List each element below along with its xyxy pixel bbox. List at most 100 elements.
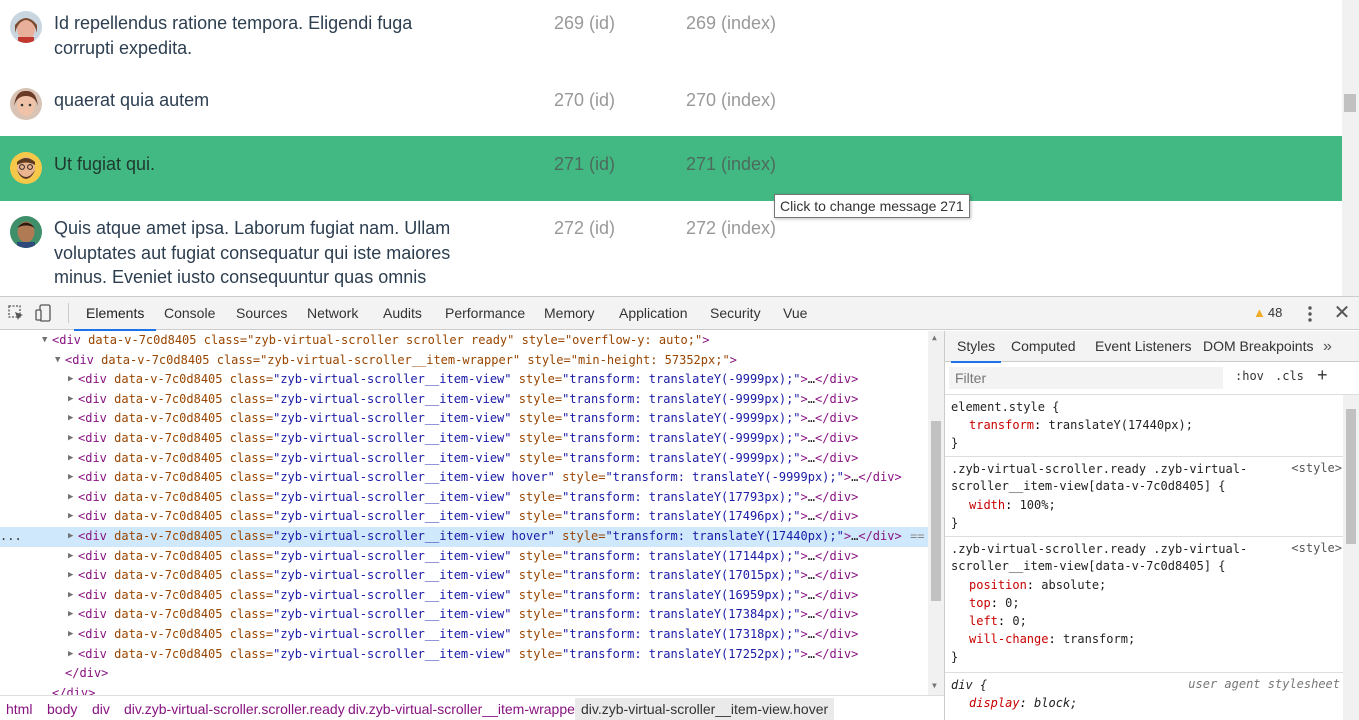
rule-value[interactable]: absolute;: [1041, 578, 1106, 592]
rule-value[interactable]: 0;: [1012, 614, 1026, 628]
expand-triangle-icon[interactable]: ▶: [68, 527, 73, 547]
tab-memory[interactable]: Memory: [544, 297, 595, 330]
close-icon[interactable]: ✕: [1332, 301, 1352, 325]
rule-property[interactable]: top: [969, 596, 991, 610]
collapse-triangle-icon[interactable]: ▼: [55, 351, 60, 371]
rule-source[interactable]: <style>: [1291, 461, 1342, 475]
breadcrumb-div[interactable]: div: [92, 701, 110, 717]
device-toggle-icon[interactable]: [34, 303, 54, 323]
style-rule-user-agent-div[interactable]: user agent stylesheet div { display: blo…: [945, 673, 1344, 720]
tab-network[interactable]: Network: [307, 297, 358, 330]
elements-scrollbar-thumb[interactable]: [931, 421, 941, 601]
rule-property[interactable]: transform: [969, 418, 1034, 432]
tab-elements[interactable]: Elements: [73, 297, 157, 331]
expand-triangle-icon[interactable]: ▶: [68, 390, 73, 410]
expand-triangle-icon[interactable]: ▶: [68, 547, 73, 567]
tab-event-listeners[interactable]: Event Listeners: [1095, 331, 1192, 362]
tab-computed[interactable]: Computed: [1011, 331, 1076, 362]
rule-property[interactable]: position: [969, 578, 1027, 592]
rule-close: }: [951, 436, 959, 450]
expand-triangle-icon[interactable]: ▶: [68, 605, 73, 625]
rule-value[interactable]: translateY(17440px);: [1048, 418, 1193, 432]
breadcrumb-body[interactable]: body: [47, 701, 77, 717]
tree-node-item-view[interactable]: ▶ <div data-v-7c0d8405 class="zyb-virtual…: [0, 625, 928, 645]
tree-node-item-view[interactable]: ▶ <div data-v-7c0d8405 class="zyb-virtual…: [0, 507, 928, 527]
breadcrumb-scroller[interactable]: div.zyb-virtual-scroller.scroller.ready: [124, 701, 345, 717]
tab-security[interactable]: Security: [710, 297, 761, 330]
rule-value[interactable]: 0;: [1005, 596, 1019, 610]
tree-node-item-view[interactable]: ▶ <div data-v-7c0d8405 class="zyb-virtual…: [0, 605, 928, 625]
tab-dom-breakpoints[interactable]: DOM Breakpoints: [1203, 331, 1313, 362]
rule-property[interactable]: width: [969, 498, 1005, 512]
expand-triangle-icon[interactable]: ▶: [68, 370, 73, 390]
styles-scrollbar-thumb[interactable]: [1346, 409, 1356, 544]
elements-tree[interactable]: ▼ <div data-v-7c0d8405 class="zyb-virtua…: [0, 331, 944, 695]
style-rule-item-view-width[interactable]: <style> .zyb-virtual-scroller.ready .zyb…: [945, 457, 1344, 537]
tab-performance[interactable]: Performance: [445, 297, 525, 330]
expand-triangle-icon[interactable]: ▶: [68, 468, 73, 488]
page-scrollbar-thumb[interactable]: [1344, 94, 1356, 112]
warnings-counter[interactable]: ▲ 48: [1253, 305, 1282, 320]
tree-node-close[interactable]: </div>: [0, 664, 928, 684]
message-row[interactable]: Quis atque amet ipsa. Laborum fugiat nam…: [0, 201, 1342, 296]
tree-node-item-view[interactable]: ▶ <div data-v-7c0d8405 class="zyb-virtual…: [0, 468, 928, 488]
tree-node-item-view[interactable]: ▶ <div data-v-7c0d8405 class="zyb-virtual…: [0, 566, 928, 586]
expand-triangle-icon[interactable]: ▶: [68, 488, 73, 508]
more-tabs-icon[interactable]: »: [1323, 331, 1332, 362]
style-rule-item-view-position[interactable]: <style> .zyb-virtual-scroller.ready .zyb…: [945, 537, 1344, 673]
new-style-rule-button[interactable]: +: [1317, 365, 1328, 386]
virtual-scroller-page[interactable]: Id repellendus ratione tempora. Eligendi…: [0, 0, 1359, 296]
tab-application[interactable]: Application: [619, 297, 688, 330]
tab-vue[interactable]: Vue: [783, 297, 807, 330]
tree-node-item-view[interactable]: ▶ <div data-v-7c0d8405 class="zyb-virtual…: [0, 409, 928, 429]
scroll-up-icon[interactable]: ▲: [932, 333, 937, 342]
expand-triangle-icon[interactable]: ▶: [68, 586, 73, 606]
elements-scrollbar[interactable]: ▲ ▼: [928, 331, 944, 695]
tab-sources[interactable]: Sources: [236, 297, 287, 330]
rule-property[interactable]: left: [969, 614, 998, 628]
expand-triangle-icon[interactable]: ▶: [68, 625, 73, 645]
expand-triangle-icon[interactable]: ▶: [68, 507, 73, 527]
scroll-down-icon[interactable]: ▼: [932, 681, 937, 690]
selected-node-marker[interactable]: ...: [0, 527, 22, 547]
message-row[interactable]: Id repellendus ratione tempora. Eligendi…: [0, 0, 1342, 72]
breadcrumb-html[interactable]: html: [6, 701, 32, 717]
rule-source[interactable]: <style>: [1291, 541, 1342, 555]
styles-scrollbar[interactable]: [1343, 395, 1359, 720]
expand-triangle-icon[interactable]: ▶: [68, 566, 73, 586]
expand-triangle-icon[interactable]: ▶: [68, 429, 73, 449]
tree-node-item-view-selected[interactable]: ... ▶ <div data-v-7c0d8405 class="zyb-virt…: [0, 527, 928, 547]
tab-styles[interactable]: Styles: [950, 331, 1002, 363]
tab-console[interactable]: Console: [164, 297, 215, 330]
expand-triangle-icon[interactable]: ▶: [68, 645, 73, 665]
tree-node-wrapper[interactable]: ▼ <div data-v-7c0d8405 class="zyb-virtua…: [0, 351, 928, 371]
tab-audits[interactable]: Audits: [383, 297, 422, 330]
tree-node-item-view[interactable]: ▶ <div data-v-7c0d8405 class="zyb-virtual…: [0, 645, 928, 665]
message-row[interactable]: quaerat quia autem 270 (id) 270 (index): [0, 72, 1342, 136]
rule-value[interactable]: transform;: [1063, 632, 1135, 646]
tree-node-root[interactable]: ▼ <div data-v-7c0d8405 class="zyb-virtua…: [0, 331, 928, 351]
style-rule-element[interactable]: element.style { transform: translateY(17…: [945, 395, 1344, 457]
rule-property[interactable]: will-change: [969, 632, 1048, 646]
tree-node-item-view[interactable]: ▶ <div data-v-7c0d8405 class="zyb-virtual…: [0, 449, 928, 469]
tree-node-close[interactable]: </div>: [0, 684, 928, 695]
hov-toggle[interactable]: :hov: [1235, 369, 1264, 383]
inspect-element-icon[interactable]: [6, 303, 26, 323]
expand-triangle-icon[interactable]: ▶: [68, 409, 73, 429]
message-row-highlighted[interactable]: Ut fugiat qui. 271 (id) 271 (index): [0, 136, 1342, 201]
tree-node-item-view[interactable]: ▶ <div data-v-7c0d8405 class="zyb-virtual…: [0, 429, 928, 449]
breadcrumb-item-wrapper[interactable]: div.zyb-virtual-scroller__item-wrapper: [348, 701, 580, 717]
more-options-icon[interactable]: [1300, 303, 1320, 325]
cls-toggle[interactable]: .cls: [1275, 369, 1304, 383]
page-scrollbar[interactable]: [1342, 0, 1359, 296]
tree-node-item-view[interactable]: ▶ <div data-v-7c0d8405 class="zyb-virtual…: [0, 390, 928, 410]
tree-node-item-view[interactable]: ▶ <div data-v-7c0d8405 class="zyb-virtual…: [0, 370, 928, 390]
expand-triangle-icon[interactable]: ▶: [68, 449, 73, 469]
breadcrumb-item-view-selected[interactable]: div.zyb-virtual-scroller__item-view.hove…: [575, 698, 835, 720]
rule-value[interactable]: 100%;: [1020, 498, 1056, 512]
styles-filter-input[interactable]: [949, 367, 1223, 389]
tree-node-item-view[interactable]: ▶ <div data-v-7c0d8405 class="zyb-virtual…: [0, 547, 928, 567]
tree-node-item-view[interactable]: ▶ <div data-v-7c0d8405 class="zyb-virtual…: [0, 488, 928, 508]
collapse-triangle-icon[interactable]: ▼: [42, 331, 47, 351]
tree-node-item-view[interactable]: ▶ <div data-v-7c0d8405 class="zyb-virtual…: [0, 586, 928, 606]
